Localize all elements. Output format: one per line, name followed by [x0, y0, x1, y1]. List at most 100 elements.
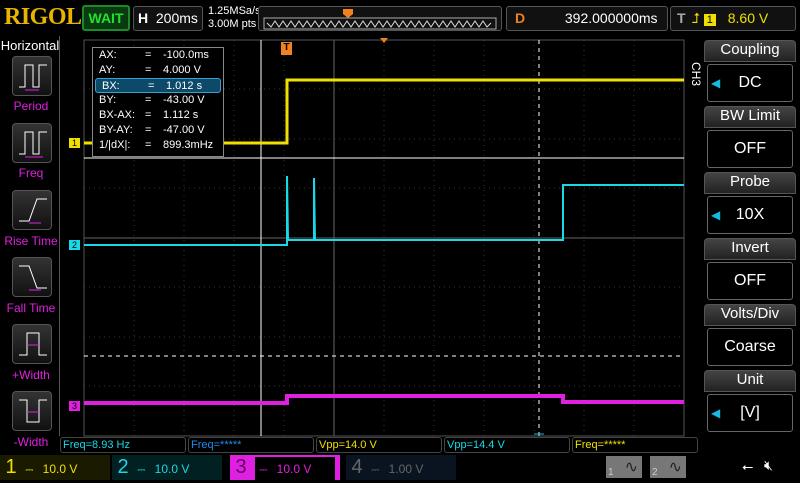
menu-volts-div[interactable]: Volts/Div Coarse [704, 304, 796, 366]
measurement-4[interactable]: Vpp=14.4 V [444, 437, 570, 453]
fall-time-icon [19, 265, 47, 291]
sidebar-item-negative-width[interactable]: -Width [0, 435, 62, 449]
measurement-2[interactable]: Freq=***** [188, 437, 314, 453]
left-arrow-icon: ◀ [711, 76, 721, 90]
cursor-label: BY: [99, 94, 117, 106]
channel-number: 2 [117, 456, 129, 478]
channel-scale: 10.0 V [42, 462, 78, 476]
probe-value: 10X [735, 206, 765, 223]
ch1-marker[interactable]: 1 [69, 138, 80, 148]
channel-2-status[interactable]: 2 ⎓ 10.0 V [112, 455, 222, 480]
menu-title: Coupling [704, 40, 796, 62]
cursor-value: -47.00 V [163, 124, 205, 136]
memory-timeline[interactable] [258, 6, 502, 31]
sidebar-item-rise-time[interactable]: Rise Time [0, 234, 62, 248]
channel-number: 3 [235, 456, 247, 478]
period-button[interactable] [12, 56, 52, 96]
cursor-value: 1.112 s [163, 109, 199, 121]
timebase-value: 200ms [155, 10, 198, 26]
rigol-logo: RIGOL [4, 4, 82, 30]
timebase-box[interactable]: H 200ms [133, 6, 203, 31]
cursor-label: 1/|dX|: [99, 139, 131, 151]
menu-coupling[interactable]: Coupling ◀ DC [704, 40, 796, 102]
equals: = [145, 94, 152, 106]
channel-number: 4 [351, 456, 363, 478]
cursor-value: -100.0ms [163, 49, 209, 61]
negative-width-button[interactable] [12, 391, 52, 431]
equals: = [145, 64, 152, 76]
waveform-overview-icon [263, 9, 497, 30]
channel-4-status[interactable]: 4 ⎓ 1.00 V [346, 455, 456, 480]
rising-edge-icon: ⮥ [691, 10, 700, 26]
sidebar-item-fall-time[interactable]: Fall Time [0, 301, 62, 315]
sidebar-item-positive-width[interactable]: +Width [0, 368, 62, 382]
t-label: T [677, 10, 686, 26]
ch3-trace [84, 394, 684, 405]
freq-button[interactable] [12, 123, 52, 163]
ch2-marker[interactable]: 2 [69, 240, 80, 250]
positive-width-button[interactable] [12, 324, 52, 364]
cursor-label: BY-AY: [99, 124, 133, 136]
cursor-value: 899.3mHz [163, 139, 214, 151]
math-2-label: 2 [652, 467, 658, 478]
cursor-row-by: BY: = -43.00 V [93, 93, 223, 108]
menu-title: Invert [704, 238, 796, 260]
menu-unit[interactable]: Unit ◀ [V] [704, 370, 796, 432]
cursor-row-by-ay: BY-AY: = -47.00 V [93, 123, 223, 138]
cursor-label: BX-AX: [99, 109, 136, 121]
menu-value: ◀ DC [707, 64, 793, 102]
channel-scale: 1.00 V [388, 462, 424, 476]
measurement-5[interactable]: Freq=***** [572, 437, 698, 453]
channel-number: 1 [5, 456, 17, 478]
rise-time-button[interactable] [12, 190, 52, 230]
delay-box[interactable]: D 392.000000ms [506, 6, 668, 31]
d-label: D [514, 10, 526, 26]
measurement-1[interactable]: Freq=8.93 Hz [60, 437, 186, 453]
math-1-button[interactable]: 1 ∿ [606, 456, 642, 478]
ch3-marker[interactable]: 3 [69, 401, 80, 411]
channel-3-status[interactable]: 3 ⎓ 10.0 V [230, 455, 340, 483]
menu-title: Unit [704, 370, 796, 392]
rise-time-icon [19, 198, 47, 224]
period-icon [19, 64, 47, 91]
sidebar-item-freq[interactable]: Freq [0, 166, 62, 180]
menu-title: BW Limit [704, 106, 796, 128]
menu-value: ◀ 10X [707, 196, 793, 234]
freq-icon [19, 131, 47, 158]
equals: = [148, 80, 155, 92]
math-2-button[interactable]: 2 ∿ [650, 456, 686, 478]
cursor-value: 1.012 s [166, 80, 203, 92]
menu-value: OFF [707, 262, 793, 300]
channel-scale: 10.0 V [154, 462, 190, 476]
dc-coupling-icon: ⎓ [371, 465, 380, 476]
channel-scale: 10.0 V [276, 462, 312, 476]
trigger-source: 1 [703, 14, 716, 26]
menu-invert[interactable]: Invert OFF [704, 238, 796, 300]
cursor-label: BX: [102, 80, 120, 92]
invert-value: OFF [734, 272, 766, 289]
sample-rate: 1.25MSa/s [208, 5, 261, 17]
cursor-row-bx[interactable]: BX: = 1.012 s [95, 78, 221, 93]
run-status[interactable]: WAIT [82, 5, 130, 31]
cursor-row-ay: AY: = 4.000 V [93, 63, 223, 78]
channel-1-status[interactable]: 1 ⎓ 10.0 V [0, 455, 110, 480]
menu-value: Coarse [707, 328, 793, 366]
menu-title: Volts/Div [704, 304, 796, 326]
menu-probe[interactable]: Probe ◀ 10X [704, 172, 796, 234]
trigger-position-marker[interactable]: T [281, 42, 292, 55]
equals: = [145, 124, 152, 136]
trigger-box[interactable]: T ⮥ 1 8.60 V [670, 6, 796, 31]
trigger-level: 8.60 V [727, 10, 769, 26]
sidebar-item-period[interactable]: Period [0, 99, 62, 113]
coupling-value: DC [738, 74, 762, 91]
fall-time-button[interactable] [12, 257, 52, 297]
menu-bw-limit[interactable]: BW Limit OFF [704, 106, 796, 168]
measurement-3[interactable]: Vpp=14.0 V [316, 437, 442, 453]
cursor-row-inv-dx: 1/|dX|: = 899.3mHz [93, 138, 223, 153]
unit-value: [V] [740, 404, 760, 421]
measure-sidebar: Horizontal Period Freq Rise Time Fall Ti… [0, 36, 62, 449]
delay-value: 392.000000ms [564, 10, 658, 26]
speaker-muted-icon[interactable]: 🔇︎ [764, 457, 773, 474]
menu-channel-label: CH3 [689, 62, 703, 87]
menu-title: Probe [704, 172, 796, 194]
